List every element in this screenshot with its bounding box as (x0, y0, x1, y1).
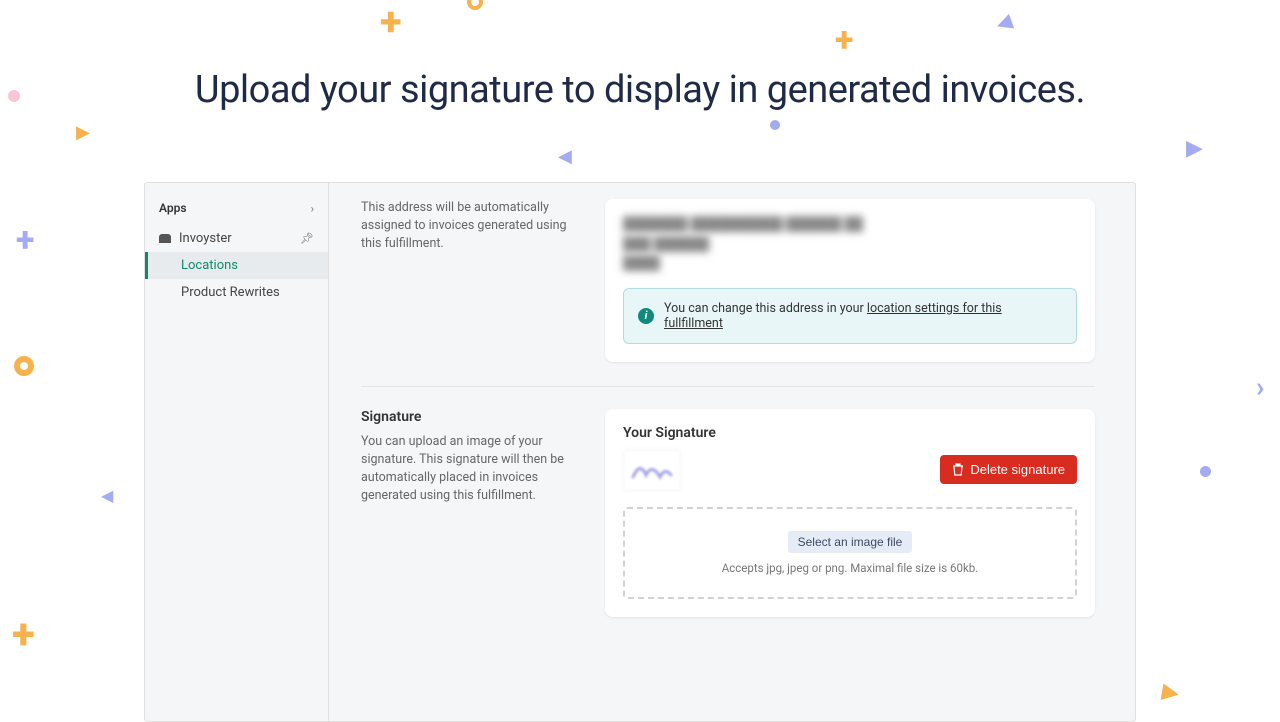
plus-icon: + (380, 0, 402, 45)
address-section: This address will be automatically assig… (361, 199, 1095, 386)
ring-icon (14, 356, 34, 376)
divider (361, 386, 1095, 387)
plus-icon: + (16, 220, 34, 260)
chevron-icon: › (1256, 370, 1264, 403)
triangle-icon: ▶ (1186, 136, 1203, 161)
dot-icon (8, 90, 20, 102)
signature-card: Your Signature Delete signature Select a… (605, 409, 1095, 617)
sidebar-item-label: Product Rewrites (181, 285, 280, 300)
dot-icon (1200, 466, 1211, 477)
signature-section: Signature You can upload an image of you… (361, 409, 1095, 641)
address-desc: This address will be automatically assig… (361, 199, 573, 253)
signature-thumbnail (623, 449, 681, 491)
sidebar-item-label: Invoyster (179, 231, 232, 246)
sidebar-item-product-rewrites[interactable]: Product Rewrites (145, 279, 328, 306)
address-line: ████ (623, 254, 1077, 274)
address-card: ███████ ██████████ ██████ ██ ███ ██████ … (605, 199, 1095, 362)
address-line: ███████ ██████████ ██████ ██ (623, 215, 1077, 235)
sidebar: Apps › Invoyster 📌︎ Locations Product Re… (145, 183, 329, 721)
triangle-icon: ▶ (1160, 679, 1181, 707)
info-icon: i (638, 308, 654, 324)
select-file-button[interactable]: Select an image file (788, 531, 913, 553)
chevron-right-icon: › (311, 202, 314, 215)
triangle-icon: ◀ (558, 146, 572, 167)
pin-icon[interactable]: 📌︎ (300, 232, 314, 245)
signature-desc: You can upload an image of your signatur… (361, 433, 573, 506)
signature-title: Signature (361, 409, 573, 425)
sidebar-item-invoyster[interactable]: Invoyster 📌︎ (145, 225, 328, 252)
triangle-icon: ◀ (101, 486, 113, 505)
app-window: Apps › Invoyster 📌︎ Locations Product Re… (144, 182, 1136, 722)
triangle-icon: ▶ (76, 122, 90, 143)
content-area: This address will be automatically assig… (329, 183, 1135, 721)
app-icon (159, 234, 171, 243)
upload-hint: Accepts jpg, jpeg or png. Maximal file s… (635, 561, 1065, 575)
plus-icon: + (12, 610, 35, 659)
page-headline: Upload your signature to display in gene… (0, 0, 1280, 112)
sidebar-header[interactable]: Apps › (145, 197, 328, 225)
upload-dropzone[interactable]: Select an image file Accepts jpg, jpeg o… (623, 507, 1077, 599)
sidebar-header-label: Apps (159, 201, 187, 215)
sidebar-item-locations[interactable]: Locations (145, 252, 328, 279)
info-banner: i You can change this address in your lo… (623, 288, 1077, 344)
trash-icon (952, 463, 964, 476)
address-line: ███ ██████ (623, 235, 1077, 255)
info-text: You can change this address in your loca… (664, 301, 1062, 331)
sidebar-item-label: Locations (181, 258, 238, 273)
delete-label: Delete signature (970, 462, 1065, 477)
plus-icon: + (835, 20, 853, 60)
dot-icon (770, 120, 780, 130)
delete-signature-button[interactable]: Delete signature (940, 455, 1077, 484)
signature-card-title: Your Signature (623, 425, 1077, 441)
